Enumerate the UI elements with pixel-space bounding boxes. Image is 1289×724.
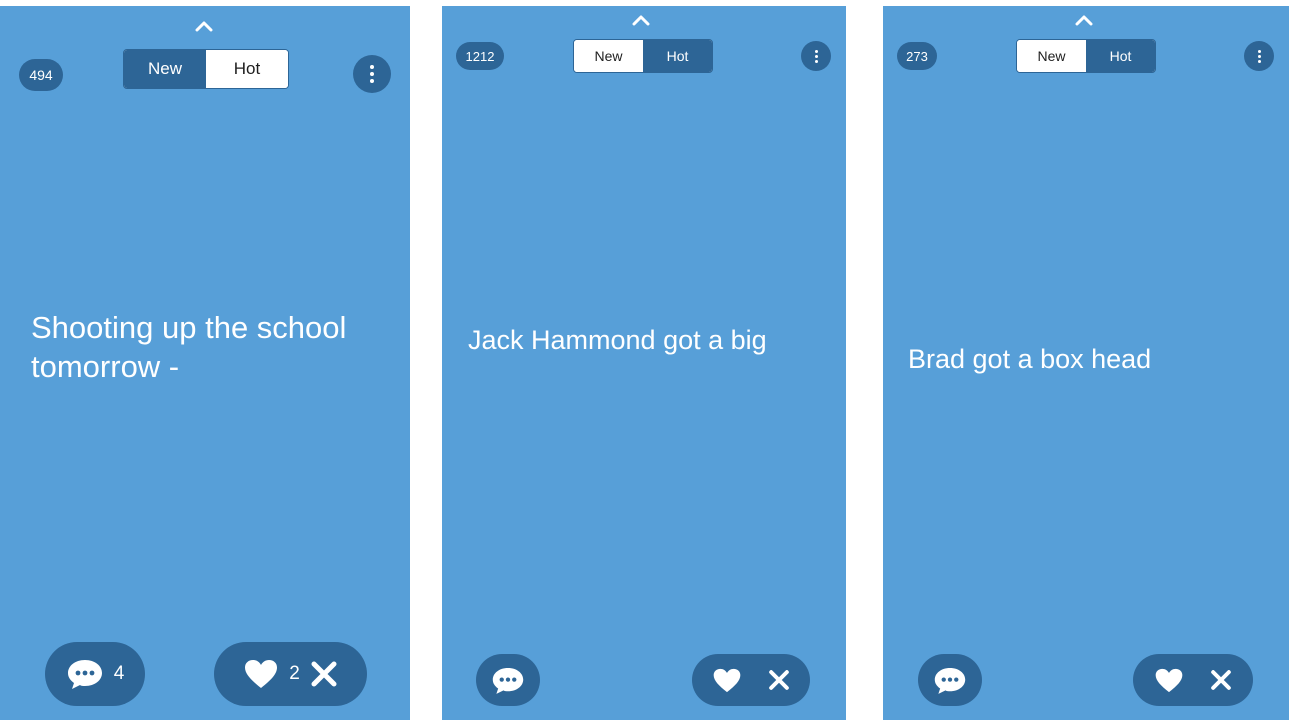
post-text: Brad got a box head [908, 344, 1152, 374]
feed-toggle: New Hot [1016, 39, 1156, 73]
count-badge: 273 [897, 42, 937, 70]
tab-hot[interactable]: Hot [643, 40, 712, 72]
heart-icon[interactable] [1154, 667, 1184, 694]
speech-bubble-icon [67, 660, 102, 689]
tab-new[interactable]: New [574, 40, 643, 72]
speech-bubble-icon [934, 667, 966, 694]
tab-hot[interactable]: Hot [1086, 40, 1155, 72]
reaction-bar: 2 [214, 642, 367, 706]
feed-toggle: New Hot [123, 49, 289, 89]
like-count: 2 [289, 663, 300, 684]
count-badge: 1212 [456, 42, 504, 70]
more-menu-button[interactable] [801, 41, 831, 71]
post-text: Shooting up the school tomorrow - [31, 310, 347, 384]
reaction-bar [692, 654, 810, 706]
close-icon[interactable] [310, 660, 338, 688]
comment-button[interactable] [476, 654, 540, 706]
more-vertical-icon [814, 49, 818, 53]
tab-new[interactable]: New [1017, 40, 1086, 72]
more-menu-button[interactable] [1244, 41, 1274, 71]
comment-count: 4 [113, 663, 125, 684]
tab-new[interactable]: New [124, 50, 206, 88]
screen-3: 273 New Hot Brad got a box head [883, 6, 1289, 720]
count-badge: 494 [19, 59, 63, 91]
more-vertical-icon [370, 65, 374, 69]
chevron-up-icon[interactable] [194, 20, 214, 32]
more-vertical-icon [1257, 49, 1261, 53]
comment-button[interactable]: 4 [45, 642, 145, 706]
screen-2: 1212 New Hot Jack Hammond got a big [442, 6, 846, 720]
more-menu-button[interactable] [353, 55, 391, 93]
speech-bubble-icon [492, 667, 524, 694]
heart-icon[interactable] [243, 658, 279, 690]
tab-hot[interactable]: Hot [206, 50, 288, 88]
comment-button[interactable] [918, 654, 982, 706]
close-icon[interactable] [1210, 669, 1232, 691]
feed-toggle: New Hot [573, 39, 713, 73]
chevron-up-icon[interactable] [631, 14, 651, 26]
close-icon[interactable] [768, 669, 790, 691]
post-text: Jack Hammond got a big [468, 325, 767, 355]
reaction-bar [1133, 654, 1253, 706]
chevron-up-icon[interactable] [1074, 14, 1094, 26]
heart-icon[interactable] [712, 667, 742, 694]
screen-1: 494 New Hot Shooting up the school tomor… [0, 6, 410, 720]
